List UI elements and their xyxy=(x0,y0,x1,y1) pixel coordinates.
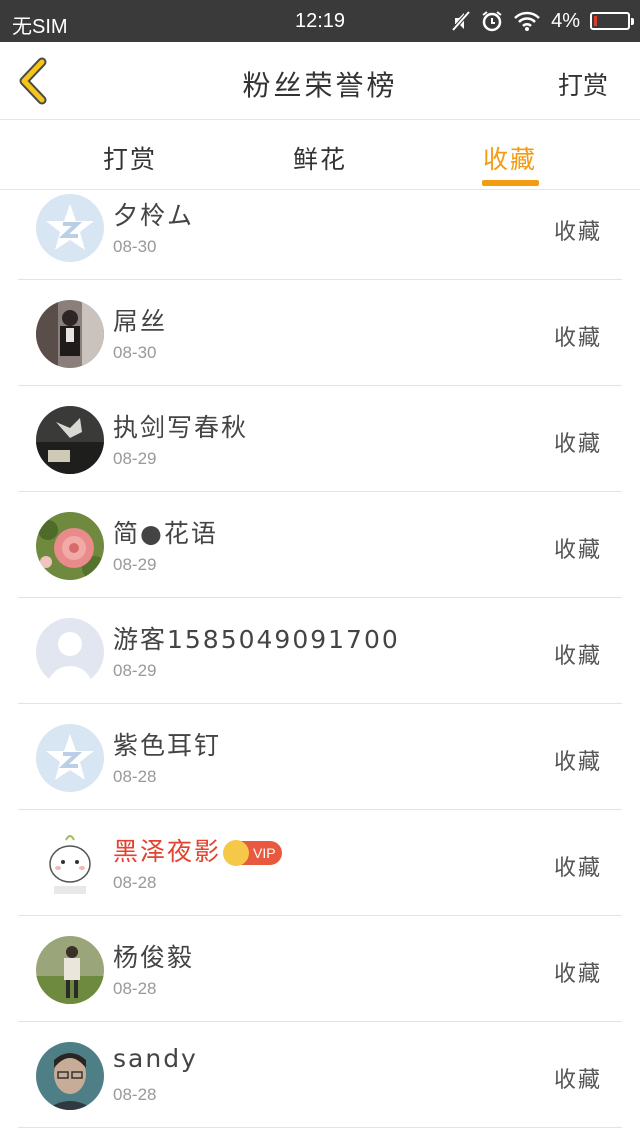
photo-avatar xyxy=(36,1042,104,1110)
list-item[interactable]: sandy 08-28 收藏 xyxy=(18,1022,622,1128)
fan-name: 执剑写春秋 xyxy=(113,413,249,442)
fan-date: 08-29 xyxy=(113,555,157,574)
status-icons: 4% xyxy=(451,8,634,34)
avatar[interactable] xyxy=(36,724,104,792)
avatar[interactable] xyxy=(36,300,104,368)
list-item[interactable]: 简●花语 08-29 收藏 xyxy=(18,492,622,598)
alarm-icon xyxy=(482,11,502,32)
avatar[interactable] xyxy=(36,512,104,580)
reward-button[interactable]: 打赏 xyxy=(558,66,608,102)
fan-name-text: 黑泽夜影 xyxy=(113,837,222,866)
list-item[interactable]: 黑泽夜影 VIP 08-28 收藏 xyxy=(18,810,622,916)
fan-date: 08-28 xyxy=(113,1085,157,1104)
action-label: 收藏 xyxy=(553,644,602,669)
crown-icon xyxy=(223,840,250,866)
status-bar: 无SIM 12:19 4% xyxy=(0,0,640,42)
action-label: 收藏 xyxy=(553,856,602,881)
guest-default-avatar xyxy=(36,618,104,686)
navigation-bar: 粉丝荣誉榜 打赏 xyxy=(0,42,640,120)
list-item[interactable]: 屌丝 08-30 收藏 xyxy=(18,280,622,386)
fan-name: 杨俊毅 xyxy=(113,943,195,972)
avatar[interactable] xyxy=(36,830,104,898)
action-label: 收藏 xyxy=(553,538,602,563)
tab-reward[interactable]: 打赏 xyxy=(75,140,185,176)
page-title: 粉丝荣誉榜 xyxy=(242,69,398,102)
fan-name: 简●花语 xyxy=(113,519,218,548)
photo-avatar xyxy=(36,300,104,368)
battery-icon xyxy=(590,12,634,30)
fan-name: 游客1585049091700 xyxy=(113,625,400,654)
fan-date: 08-28 xyxy=(113,979,157,998)
fan-name: sandy xyxy=(113,1044,198,1073)
list-item[interactable]: 紫色耳钉 08-28 收藏 xyxy=(18,704,622,810)
flower-avatar xyxy=(36,512,104,580)
list-item[interactable]: 夕柃ム 08-30 收藏 xyxy=(18,174,622,280)
mute-icon xyxy=(451,10,471,32)
fan-date: 08-28 xyxy=(113,767,157,786)
action-label: 收藏 xyxy=(553,1068,602,1093)
avatar[interactable] xyxy=(36,618,104,686)
fan-date: 08-29 xyxy=(113,661,157,680)
qzone-default-avatar xyxy=(36,724,104,792)
list-item[interactable]: 游客1585049091700 08-29 收藏 xyxy=(18,598,622,704)
avatar[interactable] xyxy=(36,194,104,262)
action-label: 收藏 xyxy=(553,962,602,987)
tab-favorites[interactable]: 收藏 xyxy=(455,140,565,176)
fan-list: 夕柃ム 08-30 收藏 屌丝 08-30 收藏 执剑写春秋 08-29 收藏 … xyxy=(0,174,640,1128)
fan-name: 紫色耳钉 xyxy=(113,731,222,760)
fan-date: 08-30 xyxy=(113,343,157,362)
vip-label: VIP xyxy=(253,845,276,861)
tab-flowers[interactable]: 鲜花 xyxy=(265,140,375,176)
qzone-default-avatar xyxy=(36,194,104,262)
photo-avatar xyxy=(36,936,104,1004)
action-label: 收藏 xyxy=(553,432,602,457)
list-item[interactable]: 杨俊毅 08-28 收藏 xyxy=(18,916,622,1022)
avatar[interactable] xyxy=(36,406,104,474)
avatar[interactable] xyxy=(36,936,104,1004)
fan-date: 08-30 xyxy=(113,237,157,256)
fan-date: 08-29 xyxy=(113,449,157,468)
action-label: 收藏 xyxy=(553,750,602,775)
fan-name: 夕柃ム xyxy=(113,201,195,230)
action-label: 收藏 xyxy=(553,220,602,245)
cartoon-avatar xyxy=(36,830,104,898)
wifi-icon xyxy=(514,11,540,31)
action-label: 收藏 xyxy=(553,326,602,351)
avatar[interactable] xyxy=(36,1042,104,1110)
vip-badge: VIP xyxy=(223,840,282,866)
photo-avatar xyxy=(36,406,104,474)
battery-percent: 4% xyxy=(551,9,580,32)
fan-date: 08-28 xyxy=(113,873,157,892)
fan-name: 屌丝 xyxy=(113,307,168,336)
fan-name: 黑泽夜影 VIP xyxy=(113,832,282,868)
list-item[interactable]: 执剑写春秋 08-29 收藏 xyxy=(18,386,622,492)
